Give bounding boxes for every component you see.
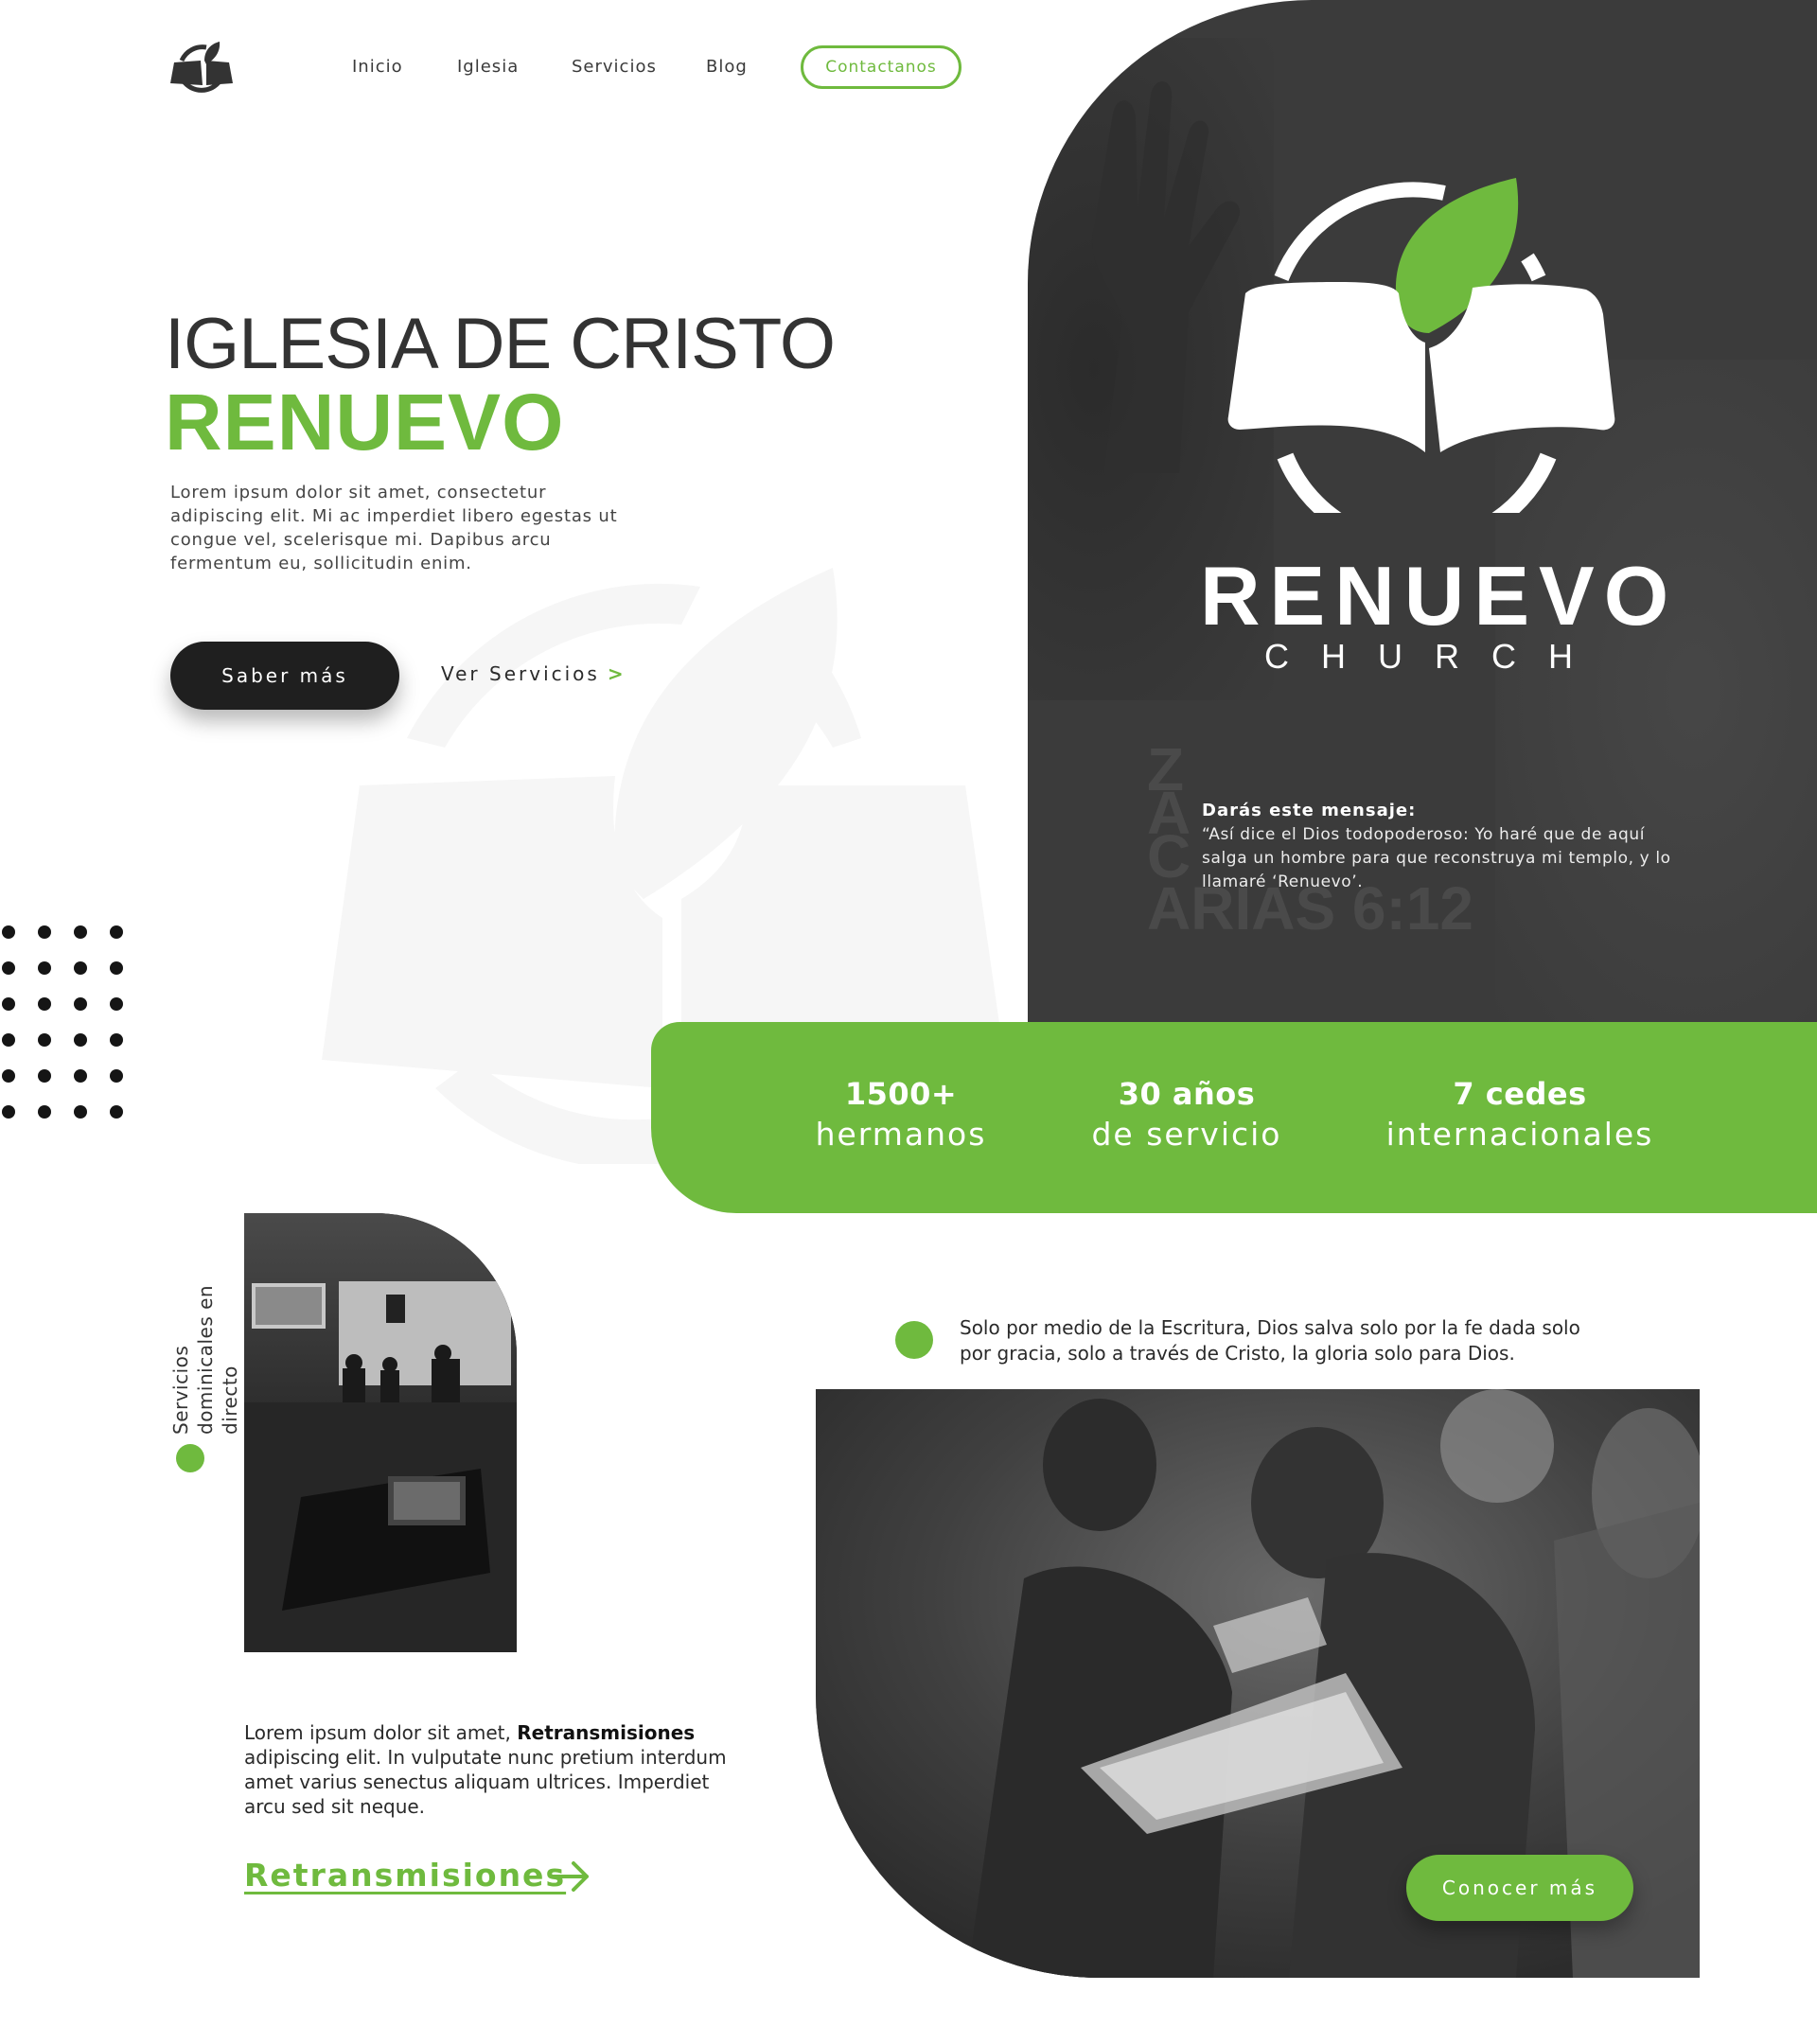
nav-inicio[interactable]: Inicio	[352, 57, 403, 77]
verse-heading: Darás este mensaje:	[1202, 801, 1417, 820]
stage-photo	[244, 1213, 517, 1652]
decorative-dot	[110, 1069, 123, 1083]
stat-label: internacionales	[1385, 1116, 1654, 1153]
chevron-right-icon: >	[607, 662, 626, 685]
streams-description-bold: Retransmisiones	[517, 1721, 696, 1744]
ver-servicios-label: Ver Servicios	[441, 662, 600, 685]
stat-label: hermanos	[815, 1116, 987, 1153]
decorative-dot	[110, 997, 123, 1011]
decorative-dot	[110, 961, 123, 975]
decorative-dot	[74, 1105, 87, 1119]
stat-years: 30 años de servicio	[1083, 1075, 1291, 1156]
hero-subtitle: RENUEVO	[165, 378, 565, 467]
streams-description-lead: Lorem ipsum dolor sit amet,	[244, 1721, 518, 1744]
verse-text: “Así dice el Dios todopoderoso: Yo haré …	[1202, 825, 1671, 891]
book-sprout-logo-icon[interactable]	[168, 38, 235, 97]
decorative-dot	[2, 961, 15, 975]
decorative-dot	[110, 925, 123, 939]
nav-blog[interactable]: Blog	[706, 57, 748, 77]
decorative-dot	[38, 1105, 51, 1119]
decorative-dot	[74, 997, 87, 1011]
faith-quote: Solo por medio de la Escritura, Dios sal…	[960, 1316, 1580, 1365]
decorative-dot	[2, 1033, 15, 1047]
brand-tagline: CHURCH	[1264, 637, 1605, 676]
decorative-dot	[38, 1069, 51, 1083]
stat-label: de servicio	[1091, 1116, 1282, 1153]
decorative-dot	[2, 1105, 15, 1119]
quote-indicator-dot	[895, 1321, 933, 1359]
decorative-dot	[38, 1033, 51, 1047]
decorative-dot	[38, 961, 51, 975]
hero-title: IGLESIA DE CRISTO	[165, 304, 836, 384]
live-services-label: Servicios dominicales en directo	[169, 1284, 241, 1435]
decorative-dot	[110, 1033, 123, 1047]
verse-reference-top: ZAC	[1147, 735, 1191, 890]
decorative-dot	[74, 961, 87, 975]
nav-iglesia[interactable]: Iglesia	[457, 57, 519, 77]
stat-number: 7 cedes	[1453, 1076, 1587, 1112]
conocer-mas-button[interactable]: Conocer más	[1406, 1855, 1633, 1921]
retransmisiones-link[interactable]: Retransmisiones	[244, 1857, 566, 1894]
live-indicator-dot	[176, 1444, 204, 1472]
decorative-dot	[74, 925, 87, 939]
decorative-dot	[38, 925, 51, 939]
contact-button[interactable]: Contactanos	[801, 45, 961, 89]
decorative-dot	[2, 997, 15, 1011]
nav-servicios[interactable]: Servicios	[572, 57, 657, 77]
brand-name: RENUEVO	[1200, 549, 1679, 643]
arrow-right-icon[interactable]	[551, 1860, 591, 1893]
hero-description: Lorem ipsum dolor sit amet, consectetur …	[170, 483, 618, 573]
decorative-dot	[38, 997, 51, 1011]
decorative-dot	[74, 1033, 87, 1047]
stat-number: 30 años	[1118, 1076, 1256, 1112]
streams-description-rest: adipiscing elit. In vulputate nunc preti…	[244, 1746, 727, 1818]
saber-mas-button[interactable]: Saber más	[170, 642, 399, 710]
renuevo-logo-icon	[1227, 178, 1615, 513]
decorative-dot	[2, 1069, 15, 1083]
decorative-dot	[2, 925, 15, 939]
ver-servicios-link[interactable]: Ver Servicios >	[441, 662, 626, 685]
stat-locations: 7 cedes internacionales	[1372, 1075, 1667, 1156]
stat-number: 1500+	[844, 1076, 958, 1112]
streams-description: Lorem ipsum dolor sit amet, Retransmisio…	[244, 1720, 727, 1819]
decorative-dot	[74, 1069, 87, 1083]
decorative-dot	[110, 1105, 123, 1119]
stat-members: 1500+ hermanos	[804, 1075, 997, 1156]
